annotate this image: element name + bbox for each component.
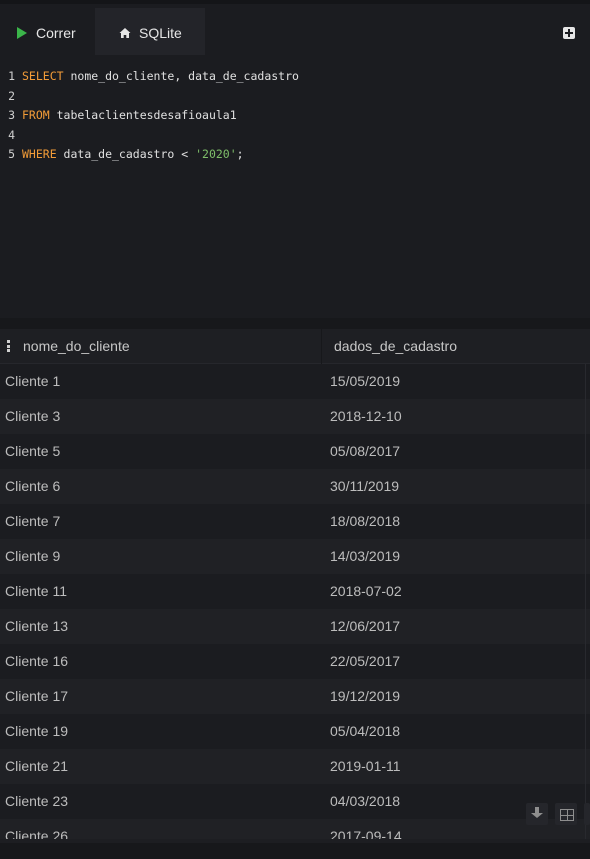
cell-divider bbox=[585, 504, 586, 539]
cell-nome-do-cliente: Cliente 9 bbox=[5, 548, 61, 564]
cell-nome-do-cliente: Cliente 19 bbox=[5, 723, 69, 739]
cell-divider bbox=[585, 399, 586, 434]
cell-dados-de-cadastro: 2019-01-11 bbox=[330, 758, 401, 774]
column-menu-icon[interactable] bbox=[7, 340, 10, 352]
extra-control[interactable] bbox=[584, 803, 590, 825]
cell-nome-do-cliente: Cliente 13 bbox=[5, 618, 69, 634]
play-icon bbox=[17, 27, 27, 39]
plus-square-icon[interactable] bbox=[563, 27, 575, 39]
table-row[interactable]: Cliente 21 2019-01-11 bbox=[0, 749, 590, 784]
code-line[interactable]: 4 bbox=[0, 126, 22, 144]
cell-dados-de-cadastro: 14/03/2019 bbox=[330, 548, 401, 564]
sql-editor[interactable]: 1 SELECT nome_do_cliente, data_de_cadastr… bbox=[0, 55, 590, 318]
line-number: 2 bbox=[8, 88, 15, 103]
cell-divider bbox=[585, 679, 586, 714]
table-row[interactable]: Cliente 7 18/08/2018 bbox=[0, 504, 590, 539]
cell-nome-do-cliente: Cliente 5 bbox=[5, 443, 61, 459]
toolbar: Correr SQLite bbox=[0, 0, 590, 58]
code-line[interactable]: 1 SELECT nome_do_cliente, data_de_cadastr… bbox=[0, 67, 299, 85]
run-button-label: Correr bbox=[36, 25, 76, 41]
cell-dados-de-cadastro: 15/05/2019 bbox=[330, 373, 401, 389]
sql-text: nome_do_cliente, data_de_cadastro bbox=[63, 69, 299, 83]
column-header-dados-de-cadastro[interactable]: dados_de_cadastro bbox=[334, 329, 457, 364]
table-row[interactable]: Cliente 16 22/05/2017 bbox=[0, 644, 590, 679]
cell-divider bbox=[585, 644, 586, 679]
table-row[interactable]: Cliente 26 2017-09-14 bbox=[0, 819, 590, 839]
cell-dados-de-cadastro: 05/08/2017 bbox=[330, 443, 401, 459]
cell-divider bbox=[585, 714, 586, 749]
table-row[interactable]: Cliente 1 15/05/2019 bbox=[0, 364, 590, 399]
cell-divider bbox=[585, 539, 586, 574]
home-icon bbox=[119, 28, 131, 38]
cell-nome-do-cliente: Cliente 17 bbox=[5, 688, 69, 704]
cell-dados-de-cadastro: 19/12/2019 bbox=[330, 688, 401, 704]
table-row[interactable]: Cliente 13 12/06/2017 bbox=[0, 609, 590, 644]
cell-nome-do-cliente: Cliente 3 bbox=[5, 408, 61, 424]
tab-sqlite[interactable]: SQLite bbox=[95, 8, 205, 58]
table-row[interactable]: Cliente 23 04/03/2018 bbox=[0, 784, 590, 819]
sql-string: '2020' bbox=[195, 147, 237, 161]
table-grid-icon[interactable] bbox=[555, 803, 577, 825]
cell-divider bbox=[585, 469, 586, 504]
cell-dados-de-cadastro: 30/11/2019 bbox=[330, 478, 400, 494]
table-header: nome_do_cliente dados_de_cadastro bbox=[0, 329, 590, 364]
table-row[interactable]: Cliente 9 14/03/2019 bbox=[0, 539, 590, 574]
sql-keyword: FROM bbox=[22, 108, 50, 122]
table-row[interactable]: Cliente 5 05/08/2017 bbox=[0, 434, 590, 469]
cell-divider bbox=[585, 364, 586, 399]
cell-nome-do-cliente: Cliente 7 bbox=[5, 513, 61, 529]
cell-nome-do-cliente: Cliente 16 bbox=[5, 653, 69, 669]
code-line[interactable]: 5 WHERE data_de_cadastro < '2020'; bbox=[0, 145, 244, 163]
download-icon[interactable] bbox=[526, 803, 548, 825]
bottom-bar bbox=[0, 839, 590, 859]
line-number: 4 bbox=[8, 127, 15, 142]
cell-divider bbox=[585, 574, 586, 609]
table-row[interactable]: Cliente 6 30/11/2019 bbox=[0, 469, 590, 504]
cell-dados-de-cadastro: 12/06/2017 bbox=[330, 618, 401, 634]
table-row[interactable]: Cliente 19 05/04/2018 bbox=[0, 714, 590, 749]
code-line[interactable]: 3 FROM tabelaclientesdesafioaula1 bbox=[0, 106, 237, 124]
sql-text: ; bbox=[236, 147, 244, 161]
cell-dados-de-cadastro: 05/04/2018 bbox=[330, 723, 401, 739]
cell-nome-do-cliente: Cliente 26 bbox=[5, 828, 69, 839]
cell-dados-de-cadastro: 04/03/2018 bbox=[330, 793, 401, 809]
sql-text: data_de_cadastro < bbox=[56, 147, 196, 161]
cell-nome-do-cliente: Cliente 23 bbox=[5, 793, 69, 809]
column-divider[interactable] bbox=[321, 329, 322, 364]
results-table: nome_do_cliente dados_de_cadastro Client… bbox=[0, 329, 590, 839]
sql-text: tabelaclientesdesafioaula1 bbox=[49, 108, 237, 122]
pane-divider[interactable] bbox=[0, 318, 590, 329]
cell-divider bbox=[585, 749, 586, 784]
line-number: 1 bbox=[8, 69, 15, 83]
cell-divider bbox=[585, 609, 586, 644]
table-row[interactable]: Cliente 17 19/12/2019 bbox=[0, 679, 590, 714]
cell-dados-de-cadastro: 2018-07-02 bbox=[330, 583, 402, 599]
run-button[interactable]: Correr bbox=[0, 8, 92, 58]
sql-keyword: SELECT bbox=[22, 69, 64, 83]
table-row[interactable]: Cliente 11 2018-07-02 bbox=[0, 574, 590, 609]
tab-sqlite-label: SQLite bbox=[139, 25, 182, 41]
line-number: 3 bbox=[8, 108, 15, 122]
cell-nome-do-cliente: Cliente 6 bbox=[5, 478, 61, 494]
sql-keyword: WHERE bbox=[22, 147, 57, 161]
cell-nome-do-cliente: Cliente 1 bbox=[5, 373, 61, 389]
cell-dados-de-cadastro: 22/05/2017 bbox=[330, 653, 401, 669]
cell-dados-de-cadastro: 18/08/2018 bbox=[330, 513, 401, 529]
cell-dados-de-cadastro: 2017-09-14 bbox=[330, 828, 402, 839]
line-number: 5 bbox=[8, 147, 15, 161]
column-header-nome-do-cliente[interactable]: nome_do_cliente bbox=[23, 329, 130, 364]
cell-nome-do-cliente: Cliente 11 bbox=[5, 583, 68, 599]
cell-nome-do-cliente: Cliente 21 bbox=[5, 758, 69, 774]
table-row[interactable]: Cliente 3 2018-12-10 bbox=[0, 399, 590, 434]
cell-divider bbox=[585, 434, 586, 469]
code-line[interactable]: 2 bbox=[0, 87, 22, 105]
cell-dados-de-cadastro: 2018-12-10 bbox=[330, 408, 402, 424]
